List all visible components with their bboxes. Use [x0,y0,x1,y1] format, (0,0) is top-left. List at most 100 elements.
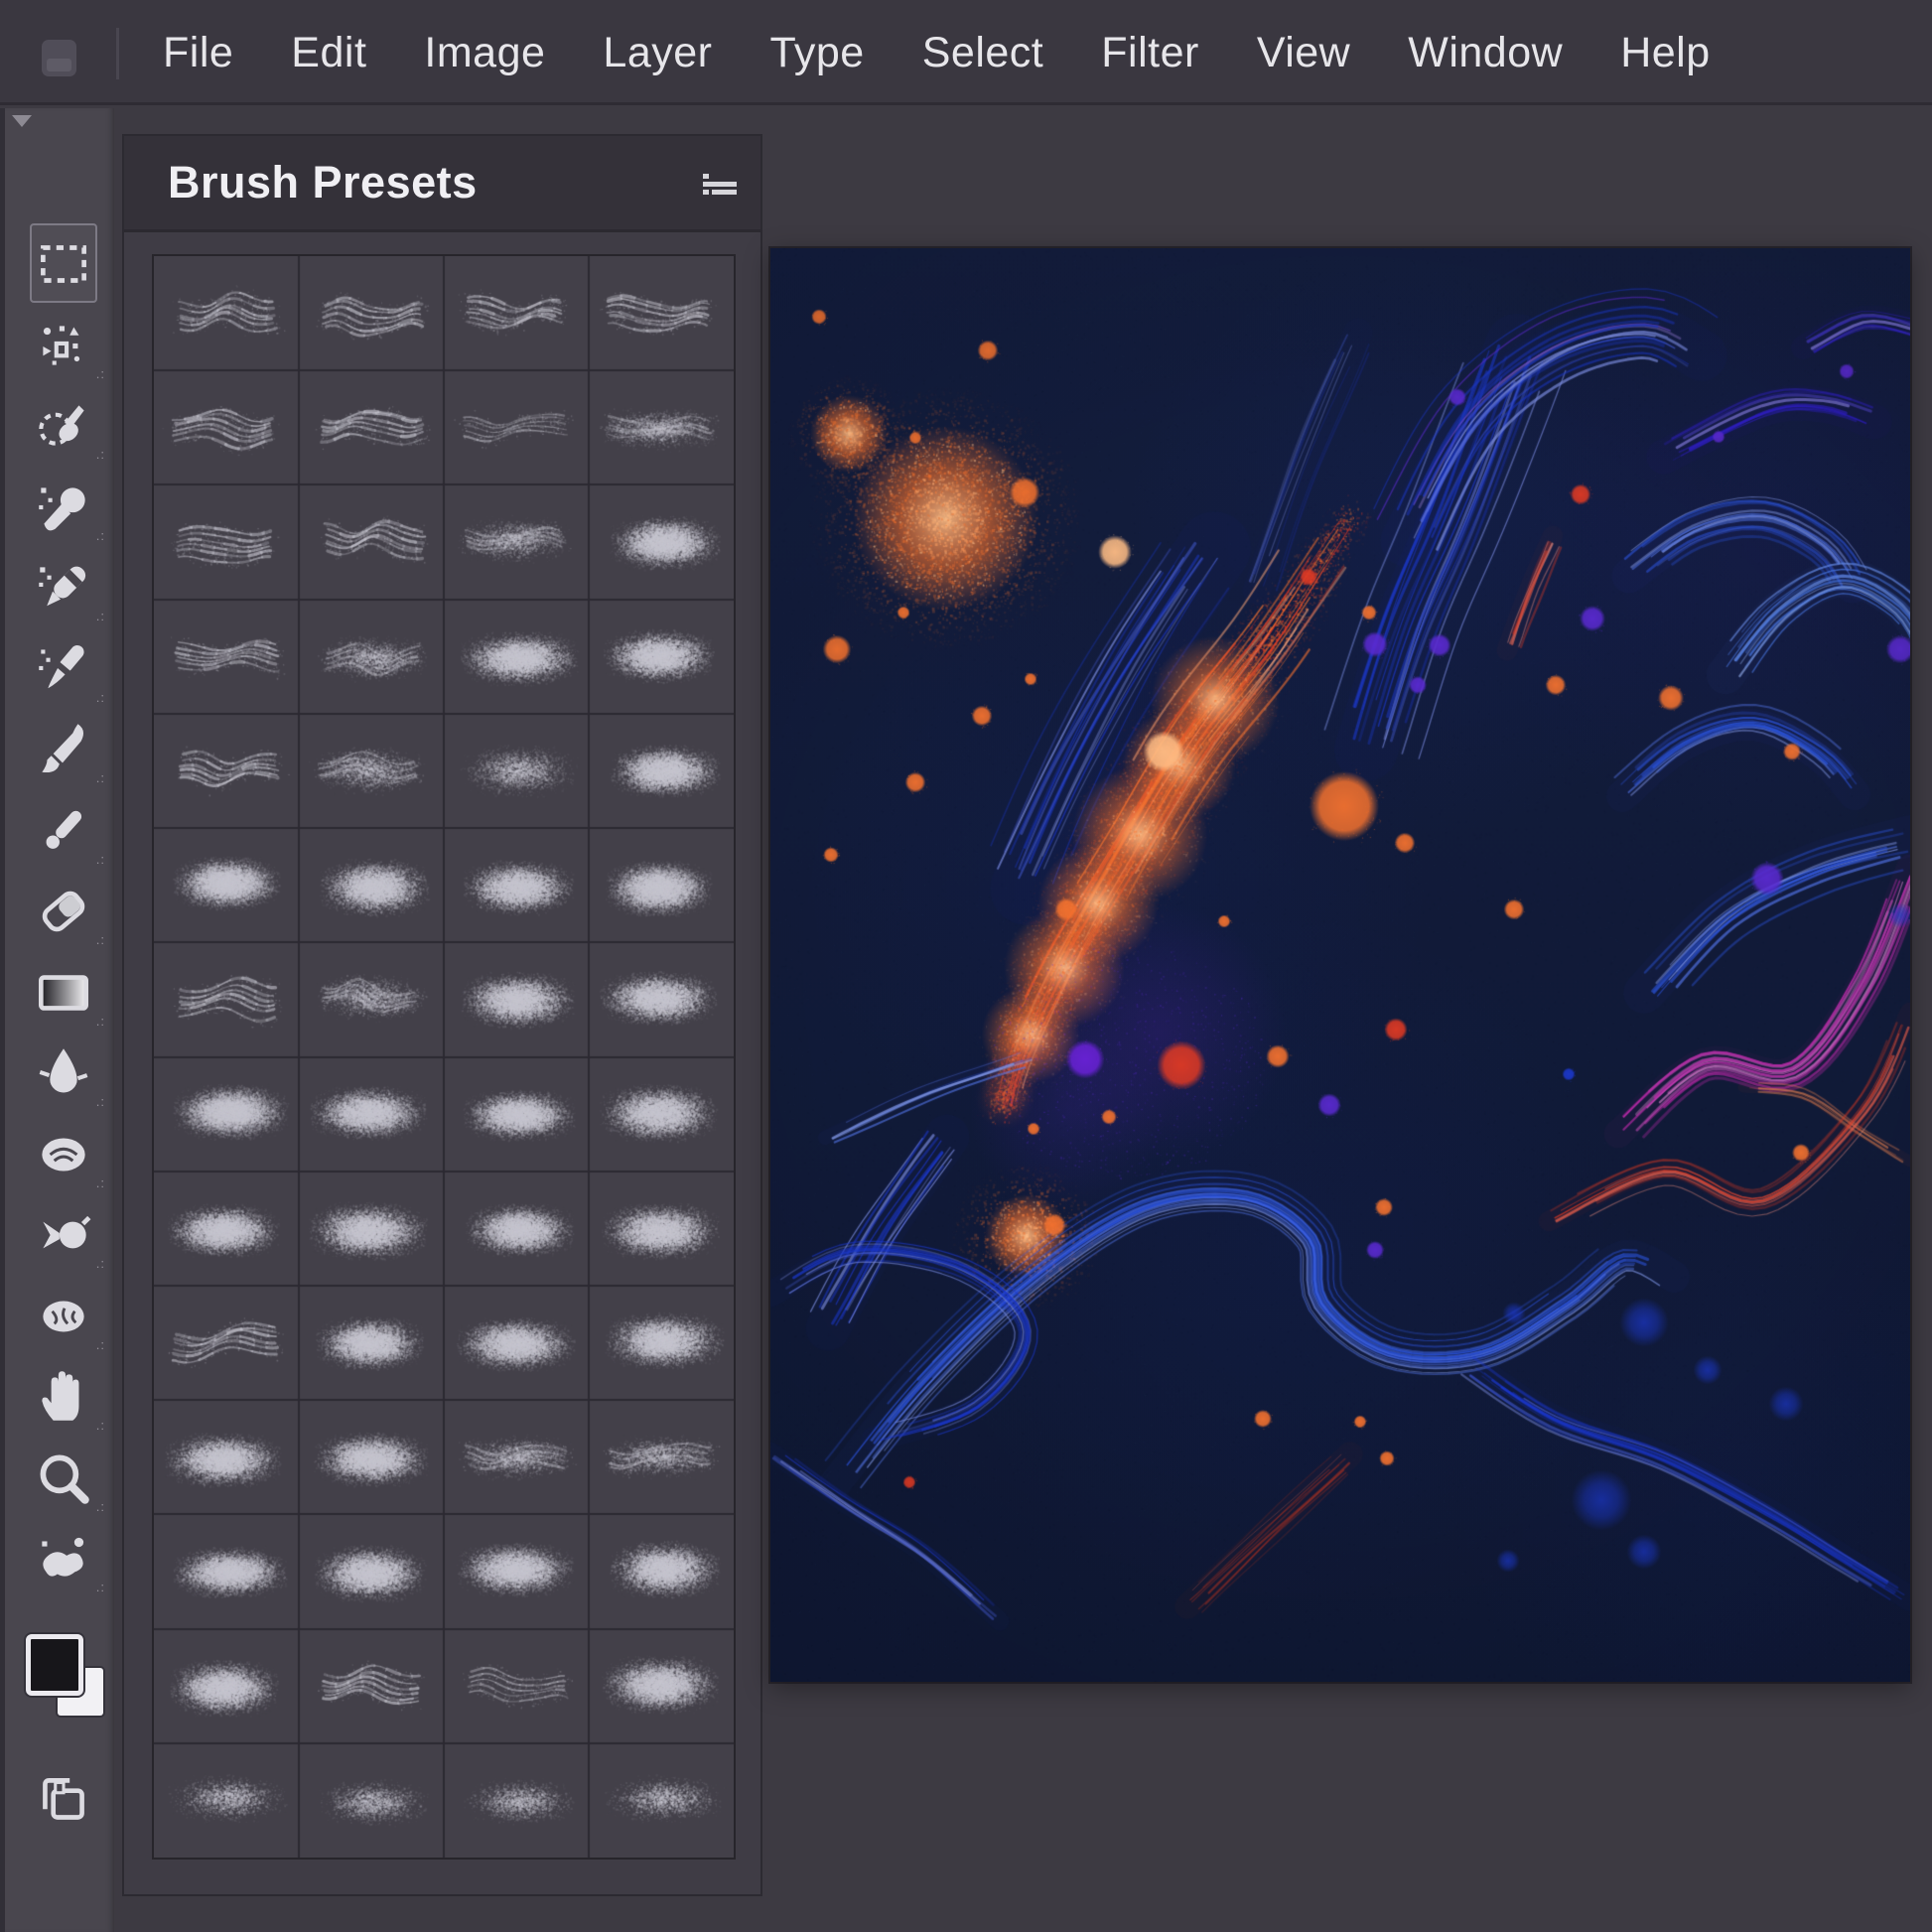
menu-bar: File Edit Image Layer Type Select Filter View Wi… [0,0,1932,105]
tool-eraser[interactable]: .: [18,872,109,951]
brush-preset-cell-r10c4[interactable] [589,1286,734,1400]
brush-preset-cell-r1c1[interactable] [154,256,299,370]
brush-preset-cell-r8c4[interactable] [589,1057,734,1172]
brush-preset-cell-r5c1[interactable] [154,714,299,828]
brush-preset-cell-r14c4[interactable] [589,1743,734,1858]
brush-preset-cell-r3c4[interactable] [589,484,734,599]
brush-preset-cell-r10c2[interactable] [299,1286,444,1400]
brush-preset-cell-r5c4[interactable] [589,714,734,828]
color-swatches[interactable] [10,1634,119,1743]
brush-preset-cell-r2c3[interactable] [444,370,589,484]
brush-preset-cell-r5c2[interactable] [299,714,444,828]
tool-shortcut-badge: .: [96,1256,105,1271]
tool-rectangular-marquee[interactable] [18,224,109,304]
paintbrush-icon [31,717,96,782]
menu-item-image[interactable]: Image [424,32,545,74]
tool-dodge[interactable]: .: [18,1195,109,1275]
menu-item-select[interactable]: Select [922,32,1044,74]
tool-quick-selection[interactable]: .: [18,386,109,466]
tool-lasso[interactable]: .: [18,306,109,385]
duplicate-icon [31,1768,96,1834]
brush-preset-cell-r1c3[interactable] [444,256,589,370]
brush-preset-cell-r14c1[interactable] [154,1743,299,1858]
brush-preset-cell-r12c3[interactable] [444,1514,589,1628]
brush-presets-panel: Brush Presets [124,136,760,1894]
tool-duplicate[interactable] [18,1761,109,1841]
tool-spot-healing-brush[interactable]: .: [18,468,109,547]
document-canvas[interactable] [770,248,1910,1682]
brush-preset-cell-r2c2[interactable] [299,370,444,484]
brush-preset-cell-r13c2[interactable] [299,1629,444,1743]
menu-item-help[interactable]: Help [1620,32,1710,74]
brush-preset-cell-r4c3[interactable] [444,600,589,714]
brush-preset-cell-r13c3[interactable] [444,1629,589,1743]
brush-preset-cell-r7c1[interactable] [154,942,299,1056]
brush-preset-grid [152,254,736,1860]
brush-preset-cell-r9c2[interactable] [299,1172,444,1286]
collapse-arrow-icon[interactable] [12,115,32,127]
brush-preset-cell-r9c4[interactable] [589,1172,734,1286]
brush-preset-cell-r1c4[interactable] [589,256,734,370]
brush-preset-cell-r9c1[interactable] [154,1172,299,1286]
brush-preset-cell-r8c3[interactable] [444,1057,589,1172]
brush-preset-cell-r3c3[interactable] [444,484,589,599]
brush-preset-cell-r6c4[interactable] [589,828,734,942]
tool-pencil[interactable]: .: [18,791,109,871]
menu-item-view[interactable]: View [1257,32,1350,74]
brush-preset-cell-r12c1[interactable] [154,1514,299,1628]
menu-item-type[interactable]: Type [770,32,865,74]
brush-preset-cell-r3c2[interactable] [299,484,444,599]
brush-preset-cell-r1c2[interactable] [299,256,444,370]
tool-smudge[interactable]: .: [18,1115,109,1194]
brush-preset-cell-r4c1[interactable] [154,600,299,714]
brush-preset-cell-r12c4[interactable] [589,1514,734,1628]
menu-item-filter[interactable]: Filter [1101,32,1199,74]
tool-mixer-brush[interactable]: .: [18,629,109,709]
pencil-icon [31,798,96,864]
brush-preset-cell-r13c4[interactable] [589,1629,734,1743]
tool-hand[interactable]: .: [18,1357,109,1437]
brush-preset-cell-r2c1[interactable] [154,370,299,484]
brush-preset-cell-r4c4[interactable] [589,600,734,714]
brush-preset-cell-r7c4[interactable] [589,942,734,1056]
brush-preset-cell-r5c3[interactable] [444,714,589,828]
menu-item-layer[interactable]: Layer [603,32,712,74]
menu-item-edit[interactable]: Edit [291,32,366,74]
panel-menu-icon[interactable] [703,174,737,200]
tool-blur[interactable]: .: [18,1034,109,1113]
brush-preset-cell-r14c3[interactable] [444,1743,589,1858]
brush-preset-cell-r11c2[interactable] [299,1400,444,1514]
brush-preset-cell-r9c3[interactable] [444,1172,589,1286]
brush-preset-cell-r11c4[interactable] [589,1400,734,1514]
brush-preset-cell-r7c2[interactable] [299,942,444,1056]
brush-preset-cell-r2c4[interactable] [589,370,734,484]
tool-shortcut-badge: .: [96,1580,105,1594]
brush-preset-cell-r4c2[interactable] [299,600,444,714]
tool-clone-stamp[interactable]: .: [18,548,109,627]
tool-sponge[interactable]: .: [18,1277,109,1356]
foreground-color-swatch[interactable] [26,1634,83,1696]
tool-paintbrush[interactable]: .: [18,710,109,789]
tool-art-brush[interactable]: .: [18,1519,109,1598]
tool-gradient[interactable]: .: [18,953,109,1033]
brush-preset-cell-r10c1[interactable] [154,1286,299,1400]
brush-preset-cell-r6c1[interactable] [154,828,299,942]
spot-healing-brush-icon [31,475,96,540]
brush-preset-cell-r8c2[interactable] [299,1057,444,1172]
brush-preset-cell-r11c3[interactable] [444,1400,589,1514]
brush-preset-cell-r3c1[interactable] [154,484,299,599]
brush-preset-cell-r6c2[interactable] [299,828,444,942]
brush-preset-cell-r8c1[interactable] [154,1057,299,1172]
brush-preset-cell-r13c1[interactable] [154,1629,299,1743]
menu-item-window[interactable]: Window [1408,32,1563,74]
brush-preset-cell-r6c3[interactable] [444,828,589,942]
brush-preset-cell-r7c3[interactable] [444,942,589,1056]
brush-preset-cell-r10c3[interactable] [444,1286,589,1400]
app-logo-icon[interactable] [42,40,76,76]
brush-preset-cell-r14c2[interactable] [299,1743,444,1858]
brush-preset-cell-r12c2[interactable] [299,1514,444,1628]
menu-item-file[interactable]: File [163,32,233,74]
tool-shortcut-badge: .: [96,528,105,543]
brush-preset-cell-r11c1[interactable] [154,1400,299,1514]
tool-zoom[interactable]: .: [18,1439,109,1518]
